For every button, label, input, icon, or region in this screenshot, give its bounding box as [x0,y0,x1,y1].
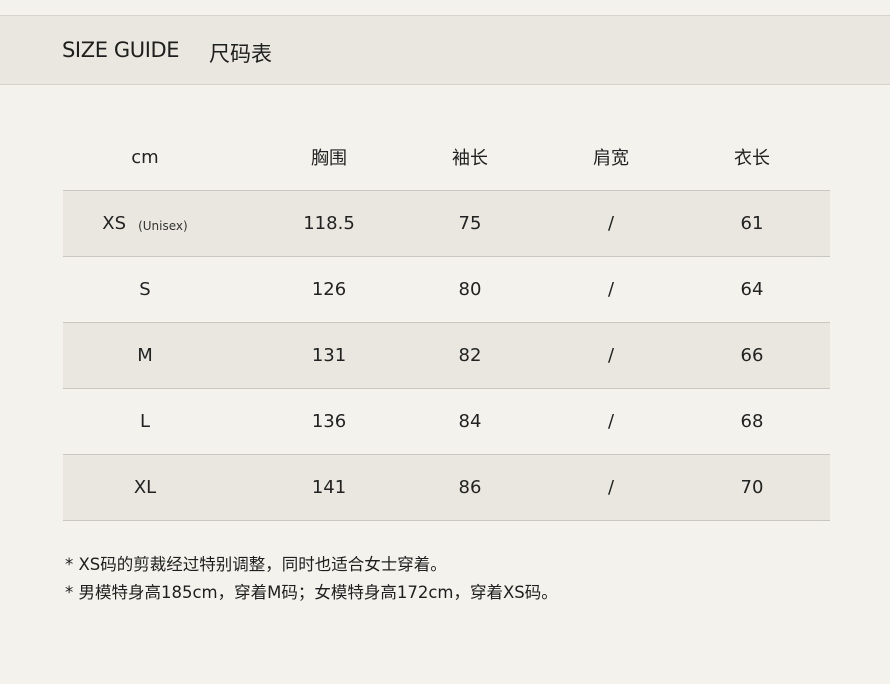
size-cell: M [137,345,153,366]
size-table: cm 胸围 袖长 肩宽 衣长 XS (Unisex) 118.5 75 / 61 … [63,124,830,521]
length-cell: 66 [740,345,764,366]
size-guide-title: SIZE GUIDE [62,38,180,62]
length-cell: 61 [740,213,764,234]
chest-cell: 126 [311,279,347,300]
shoulder-cell: / [607,477,615,498]
sleeve-cell: 75 [458,213,482,234]
length-cell: 68 [740,411,764,432]
length-cell: 64 [740,279,764,300]
table-row-s: S 126 80 / 64 [63,257,830,323]
shoulder-cell: / [607,411,615,432]
column-header-length: 衣长 [734,148,770,169]
table-row-l: L 136 84 / 68 [63,389,830,455]
column-header-shoulder: 肩宽 [593,148,629,169]
size-cell: XL [133,477,157,498]
shoulder-cell: / [607,213,615,234]
table-row-m: M 131 82 / 66 [63,323,830,389]
table-header-row: cm 胸围 袖长 肩宽 衣长 [63,124,830,191]
chest-cell: 141 [311,477,347,498]
sleeve-cell: 86 [458,477,482,498]
length-cell: 70 [740,477,764,498]
table-row-xl: XL 141 86 / 70 [63,455,830,521]
note-line: * XS码的剪裁经过特别调整，同时也适合女士穿着。 [65,555,447,574]
size-cell: L [139,411,151,432]
size-cell: S [139,279,151,300]
chest-cell: 118.5 [303,213,355,234]
shoulder-cell: / [607,279,615,300]
chest-cell: 131 [311,345,347,366]
sleeve-cell: 80 [458,279,482,300]
size-label: XS [102,213,127,234]
unisex-note: (Unisex) [138,218,188,233]
chest-cell: 136 [311,411,347,432]
table-row-xs: XS (Unisex) 118.5 75 / 61 [63,191,830,257]
column-header-sleeve: 袖长 [452,148,488,169]
header-bar: SIZE GUIDE 尺码表 [0,15,890,85]
shoulder-cell: / [607,345,615,366]
size-cell: XS (Unisex) [102,191,187,256]
sleeve-cell: 84 [458,411,482,432]
size-notes: * XS码的剪裁经过特别调整，同时也适合女士穿着。 * 男模特身高185cm，穿… [65,551,558,607]
size-guide-title-cn: 尺码表 [209,42,272,66]
column-header-unit: cm [131,146,159,168]
column-header-chest: 胸围 [311,148,347,169]
sleeve-cell: 82 [458,345,482,366]
note-line: * 男模特身高185cm，穿着M码；女模特身高172cm，穿着XS码。 [65,583,558,602]
